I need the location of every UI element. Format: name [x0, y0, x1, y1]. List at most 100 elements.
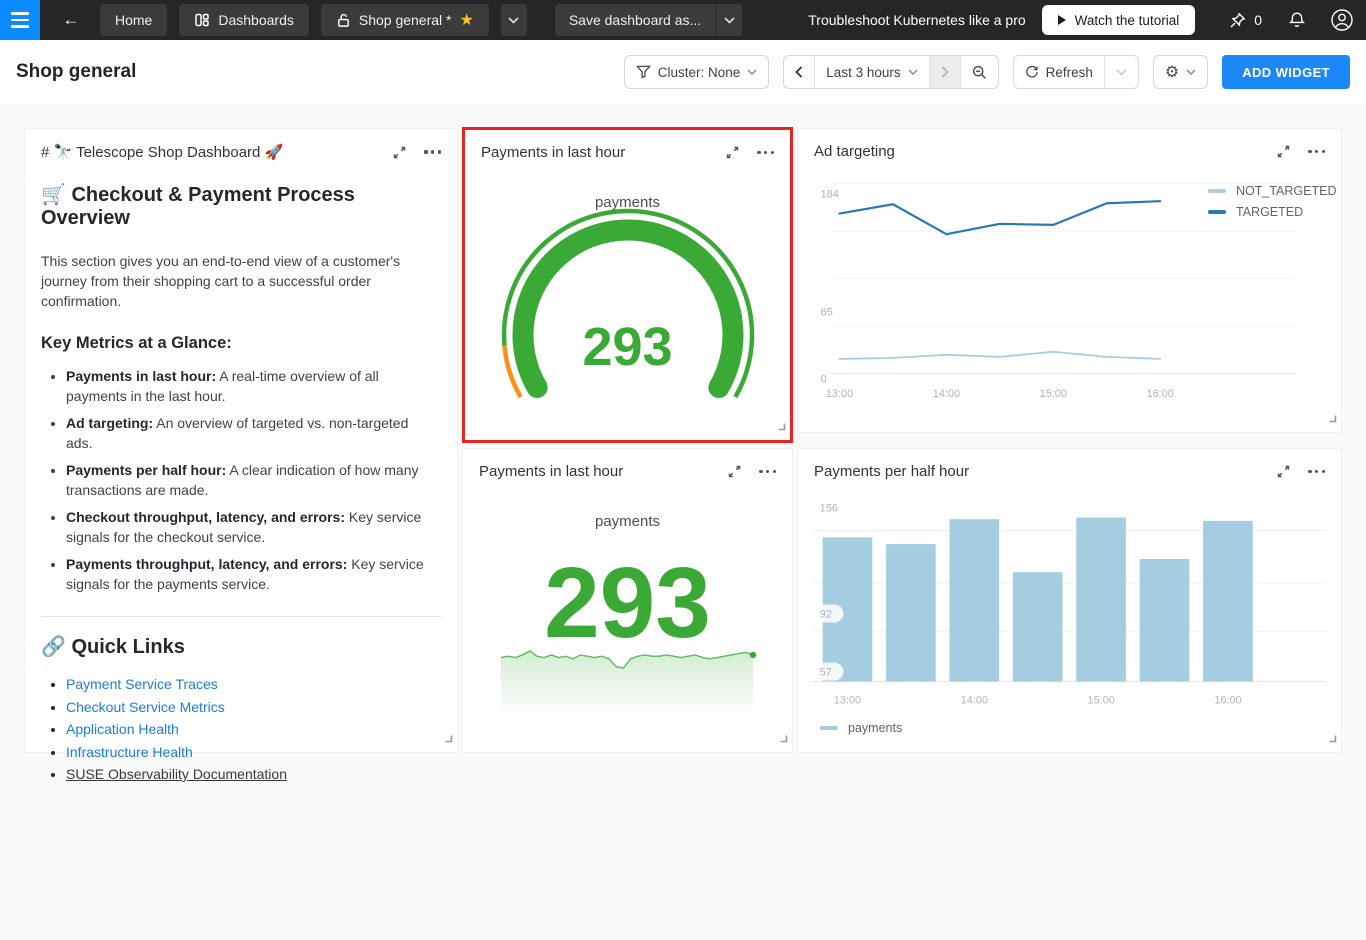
markdown-content: 🛒 Checkout & Payment Process Overview Th… — [25, 161, 457, 786]
link-checkout-service-metrics[interactable]: Checkout Service Metrics — [66, 699, 225, 715]
widget-header: # 🔭 Telescope Shop Dashboard 🚀 — [25, 129, 457, 161]
number-metric-label: payments — [594, 513, 661, 530]
page-title: Shop general — [16, 61, 137, 82]
list-item: SUSE Observability Documentation — [66, 763, 441, 786]
metrics-heading: Key Metrics at a Glance: — [41, 334, 232, 352]
ad-targeting-line-chart: 184 65 0 13:00 14:00 15:00 16:00 — [821, 183, 1296, 400]
link-suse-observability-documentation[interactable]: SUSE Observability Documentation — [66, 766, 287, 782]
svg-text:13:00: 13:00 — [834, 694, 861, 706]
zoom-out-icon — [972, 65, 986, 79]
resize-handle-icon[interactable] — [1328, 730, 1337, 748]
widget-title: Payments in last hour — [479, 463, 624, 480]
tab-dashboards[interactable]: Dashboards — [179, 4, 309, 36]
legend-swatch — [1208, 209, 1226, 215]
notifications-button[interactable] — [1288, 11, 1306, 29]
legend-item-targeted[interactable]: TARGETED — [1208, 205, 1336, 219]
expand-widget-icon[interactable] — [392, 145, 407, 160]
widget-menu-icon[interactable] — [759, 466, 776, 477]
save-dashboard-group: Save dashboard as... — [554, 4, 743, 36]
settings-control: ⚙ — [1152, 55, 1209, 89]
time-forward-button[interactable] — [928, 56, 960, 88]
list-item: Payments in last hour: A real-time overv… — [66, 366, 438, 406]
widget-ad-targeting: Ad targeting 184 65 0 13:00 14:00 15:00 16:00 … — [797, 128, 1342, 433]
refresh-options-chevron[interactable] — [1103, 56, 1138, 88]
number-value: 293 — [544, 547, 711, 659]
page-header: Shop general Cluster: None Last 3 hours — [0, 40, 1366, 104]
cluster-filter-label: Cluster: None — [657, 64, 741, 80]
tabs-chevron-down-icon[interactable] — [500, 4, 527, 36]
chart-legend: payments — [820, 721, 902, 735]
filter-funnel-icon — [635, 65, 651, 79]
cluster-filter: Cluster: None — [623, 55, 770, 89]
list-item: Payment Service Traces — [66, 673, 441, 696]
svg-text:57: 57 — [820, 667, 832, 679]
markdown-heading: 🛒 Checkout & Payment Process Overview — [41, 184, 355, 229]
save-dashboard-chevron-icon[interactable] — [716, 4, 743, 36]
tab-shop-general-label: Shop general * — [358, 12, 452, 28]
expand-widget-icon[interactable] — [727, 464, 742, 479]
chevron-down-icon — [908, 69, 918, 75]
resize-handle-icon[interactable] — [779, 730, 788, 748]
list-item: Application Health — [66, 718, 441, 741]
refresh-icon — [1025, 65, 1038, 78]
legend-item-payments[interactable]: payments — [820, 721, 902, 735]
legend-label: NOT_TARGETED — [1236, 184, 1337, 198]
dashboards-grid-icon — [194, 12, 210, 28]
save-dashboard-as-button[interactable]: Save dashboard as... — [554, 4, 717, 36]
dashboard-canvas: # 🔭 Telescope Shop Dashboard 🚀 🛒 Checkou… — [0, 104, 1366, 940]
topbar: ← Home Dashboards Shop general * ★ Save … — [0, 0, 1366, 40]
tab-home[interactable]: Home — [100, 4, 168, 36]
svg-text:92: 92 — [820, 609, 832, 621]
legend-swatch — [1208, 188, 1226, 194]
chevron-right-icon — [941, 66, 949, 78]
list-item: Payments throughput, latency, and errors… — [66, 554, 438, 594]
dashboard-tabs: Home Dashboards Shop general * ★ — [100, 4, 527, 36]
svg-text:15:00: 15:00 — [1088, 694, 1115, 706]
chart-legend: NOT_TARGETED TARGETED — [1208, 184, 1336, 219]
resize-handle-icon[interactable] — [777, 418, 786, 436]
hamburger-menu-icon[interactable] — [0, 0, 40, 40]
favorite-star-icon[interactable]: ★ — [460, 10, 474, 30]
metrics-list: Payments in last hour: A real-time overv… — [41, 366, 441, 594]
pin-count: 0 — [1254, 12, 1262, 28]
widget-menu-icon[interactable] — [424, 146, 441, 157]
svg-text:13:00: 13:00 — [826, 388, 853, 400]
user-avatar[interactable] — [1330, 8, 1354, 32]
cluster-filter-button[interactable]: Cluster: None — [625, 56, 769, 88]
svg-text:16:00: 16:00 — [1147, 388, 1174, 400]
pin-icon — [1229, 12, 1246, 29]
watch-tutorial-label: Watch the tutorial — [1074, 12, 1180, 28]
time-range-label: Last 3 hours — [826, 64, 901, 80]
svg-text:14:00: 14:00 — [961, 694, 988, 706]
resize-handle-icon[interactable] — [444, 730, 453, 748]
legend-item-not-targeted[interactable]: NOT_TARGETED — [1208, 184, 1336, 198]
payments-sparkline — [500, 650, 757, 722]
dashboard-toolbar: Cluster: None Last 3 hours Refresh ⚙ ADD… — [623, 55, 1350, 89]
list-item: Checkout Service Metrics — [66, 696, 441, 719]
refresh-button[interactable]: Refresh — [1014, 56, 1104, 88]
watch-tutorial-button[interactable]: Watch the tutorial — [1041, 5, 1196, 35]
link-infrastructure-health[interactable]: Infrastructure Health — [66, 744, 193, 760]
time-range-control: Last 3 hours — [783, 55, 999, 89]
gauge-value: 293 — [582, 317, 673, 377]
chevron-down-icon — [1116, 68, 1127, 76]
settings-button[interactable]: ⚙ — [1154, 56, 1207, 88]
link-payment-service-traces[interactable]: Payment Service Traces — [66, 676, 218, 692]
zoom-out-button[interactable] — [959, 56, 998, 88]
link-application-health[interactable]: Application Health — [66, 721, 179, 737]
add-widget-button[interactable]: ADD WIDGET — [1222, 55, 1350, 89]
time-range-button[interactable]: Last 3 hours — [814, 56, 928, 88]
back-button[interactable]: ← — [56, 10, 86, 30]
pinned-items-button[interactable]: 0 — [1229, 12, 1262, 29]
svg-text:184: 184 — [821, 189, 839, 201]
time-back-button[interactable] — [784, 56, 814, 88]
widget-header: Payments in last hour — [463, 449, 792, 480]
resize-handle-icon[interactable] — [1328, 410, 1337, 428]
list-item: Ad targeting: An overview of targeted vs… — [66, 413, 438, 453]
divider — [41, 616, 441, 617]
tab-home-label: Home — [115, 12, 153, 28]
legend-swatch — [820, 725, 838, 731]
tab-shop-general[interactable]: Shop general * ★ — [320, 4, 489, 36]
promo-text: Troubleshoot Kubernetes like a pro — [808, 12, 1026, 28]
widget-title: # 🔭 Telescope Shop Dashboard 🚀 — [41, 144, 284, 161]
